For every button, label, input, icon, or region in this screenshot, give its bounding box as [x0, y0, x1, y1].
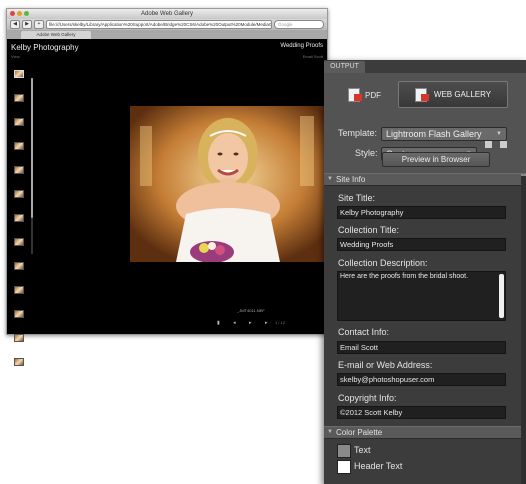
- pdf-label: PDF: [365, 90, 381, 100]
- collection-description-label: Collection Description:: [338, 258, 428, 268]
- site-title-label: Site Title:: [338, 193, 376, 203]
- site-title-field[interactable]: Kelby Photography: [337, 206, 506, 219]
- thumbnail-scrollbar[interactable]: [31, 78, 33, 254]
- web-gallery-label: WEB GALLERY: [433, 90, 492, 99]
- forward-button[interactable]: ▶: [22, 20, 32, 29]
- web-gallery-icon: [414, 87, 429, 102]
- header-text-color-swatch[interactable]: [337, 460, 351, 474]
- gallery-thumbnail[interactable]: [14, 190, 24, 198]
- gallery-thumbnail[interactable]: [14, 118, 24, 126]
- page-counter: 1 / 12: [275, 320, 286, 325]
- output-panel: OUTPUT PDF WEB GALLERY Template: Lightro…: [324, 60, 526, 484]
- gallery-thumbnail[interactable]: [14, 70, 24, 78]
- gallery-collection-title: Wedding Proofs: [280, 43, 323, 49]
- gallery-thumbnail[interactable]: [14, 238, 24, 246]
- browser-window: Adobe Web Gallery ◀ ▶ + file:///Users/sk…: [6, 8, 333, 366]
- disclosure-triangle-icon: ▼: [327, 176, 333, 182]
- photo-caption: _JMT4011.NEF: [237, 308, 265, 313]
- close-window-icon[interactable]: [10, 11, 15, 16]
- gallery-email-link[interactable]: Email Scott: [303, 54, 323, 59]
- gallery-thumbnail[interactable]: [14, 142, 24, 150]
- gallery-thumbnail[interactable]: [14, 214, 24, 222]
- main-photo: [130, 106, 333, 262]
- browser-tabbar: Adobe Web Gallery: [7, 30, 327, 39]
- color-palette-header[interactable]: ▼ Color Palette: [324, 426, 526, 439]
- gallery-view-link[interactable]: View: [11, 54, 20, 59]
- gallery-thumbnail[interactable]: [14, 262, 24, 270]
- gallery-thumbnail[interactable]: [14, 286, 24, 294]
- delete-style-icon[interactable]: [500, 141, 507, 148]
- browser-tab[interactable]: Adobe Web Gallery: [21, 31, 91, 39]
- gallery-thumbnail[interactable]: [14, 310, 24, 318]
- color-palette-header-label: Color Palette: [336, 428, 383, 437]
- chevron-down-icon: ▼: [496, 131, 502, 137]
- email-field[interactable]: skelby@photoshopuser.com: [337, 373, 506, 386]
- style-label: Style:: [355, 148, 378, 158]
- site-info-header-label: Site Info: [336, 175, 366, 184]
- browser-toolbar: ◀ ▶ + file:///Users/skelby/Library/Appli…: [7, 19, 327, 30]
- template-label: Template:: [338, 128, 378, 138]
- web-gallery-button[interactable]: WEB GALLERY: [398, 81, 508, 108]
- text-color-label: Text: [354, 445, 371, 455]
- panel-scrollbar[interactable]: [521, 176, 526, 484]
- browser-titlebar: Adobe Web Gallery: [7, 9, 327, 19]
- text-color-swatch[interactable]: [337, 444, 351, 458]
- collection-description-field[interactable]: Here are the proofs from the bridal shoo…: [337, 271, 506, 321]
- minimize-window-icon[interactable]: [17, 11, 22, 16]
- bride-photo-image: [130, 106, 333, 262]
- gallery-thumbnail[interactable]: [14, 166, 24, 174]
- pdf-icon: [348, 88, 362, 102]
- collection-description-text: Here are the proofs from the bridal shoo…: [340, 273, 469, 280]
- copyright-field[interactable]: ©2012 Scott Kelby: [337, 406, 506, 419]
- web-gallery-preview: Kelby Photography View Wedding Proofs Em…: [7, 40, 333, 366]
- description-scrollbar[interactable]: [499, 274, 504, 318]
- gallery-site-title: Kelby Photography: [11, 43, 79, 52]
- collection-title-label: Collection Title:: [338, 225, 400, 235]
- email-label: E-mail or Web Address:: [338, 360, 433, 370]
- add-bookmark-button[interactable]: +: [34, 20, 44, 29]
- window-controls: [10, 11, 29, 16]
- save-style-icon[interactable]: [485, 141, 492, 148]
- address-bar[interactable]: file:///Users/skelby/Library/Application…: [46, 20, 272, 29]
- header-text-color-label: Header Text: [354, 461, 403, 471]
- contact-info-field[interactable]: Email Scott: [337, 341, 506, 354]
- pdf-button[interactable]: PDF: [348, 88, 381, 102]
- window-title: Adobe Web Gallery: [141, 11, 193, 17]
- gallery-thumbnail[interactable]: [14, 358, 24, 366]
- gallery-thumbnail[interactable]: [14, 334, 24, 342]
- preview-in-browser-button[interactable]: Preview in Browser: [382, 152, 490, 167]
- gallery-thumbnail[interactable]: [14, 94, 24, 102]
- site-info-header[interactable]: ▼ Site Info: [324, 173, 526, 186]
- output-tab[interactable]: OUTPUT: [324, 61, 365, 73]
- back-button[interactable]: ◀: [10, 20, 20, 29]
- slideshow-controls[interactable]: ▮ ◂ ▸ ▸: [217, 320, 273, 326]
- zoom-window-icon[interactable]: [24, 11, 29, 16]
- copyright-label: Copyright Info:: [338, 393, 397, 403]
- disclosure-triangle-icon: ▼: [327, 429, 333, 435]
- thumbnail-strip: [14, 70, 24, 382]
- search-field[interactable]: Google: [274, 20, 324, 29]
- collection-title-field[interactable]: Wedding Proofs: [337, 238, 506, 251]
- contact-info-label: Contact Info:: [338, 327, 390, 337]
- template-select-value: Lightroom Flash Gallery: [386, 129, 482, 139]
- template-select[interactable]: Lightroom Flash Gallery ▼: [381, 127, 507, 141]
